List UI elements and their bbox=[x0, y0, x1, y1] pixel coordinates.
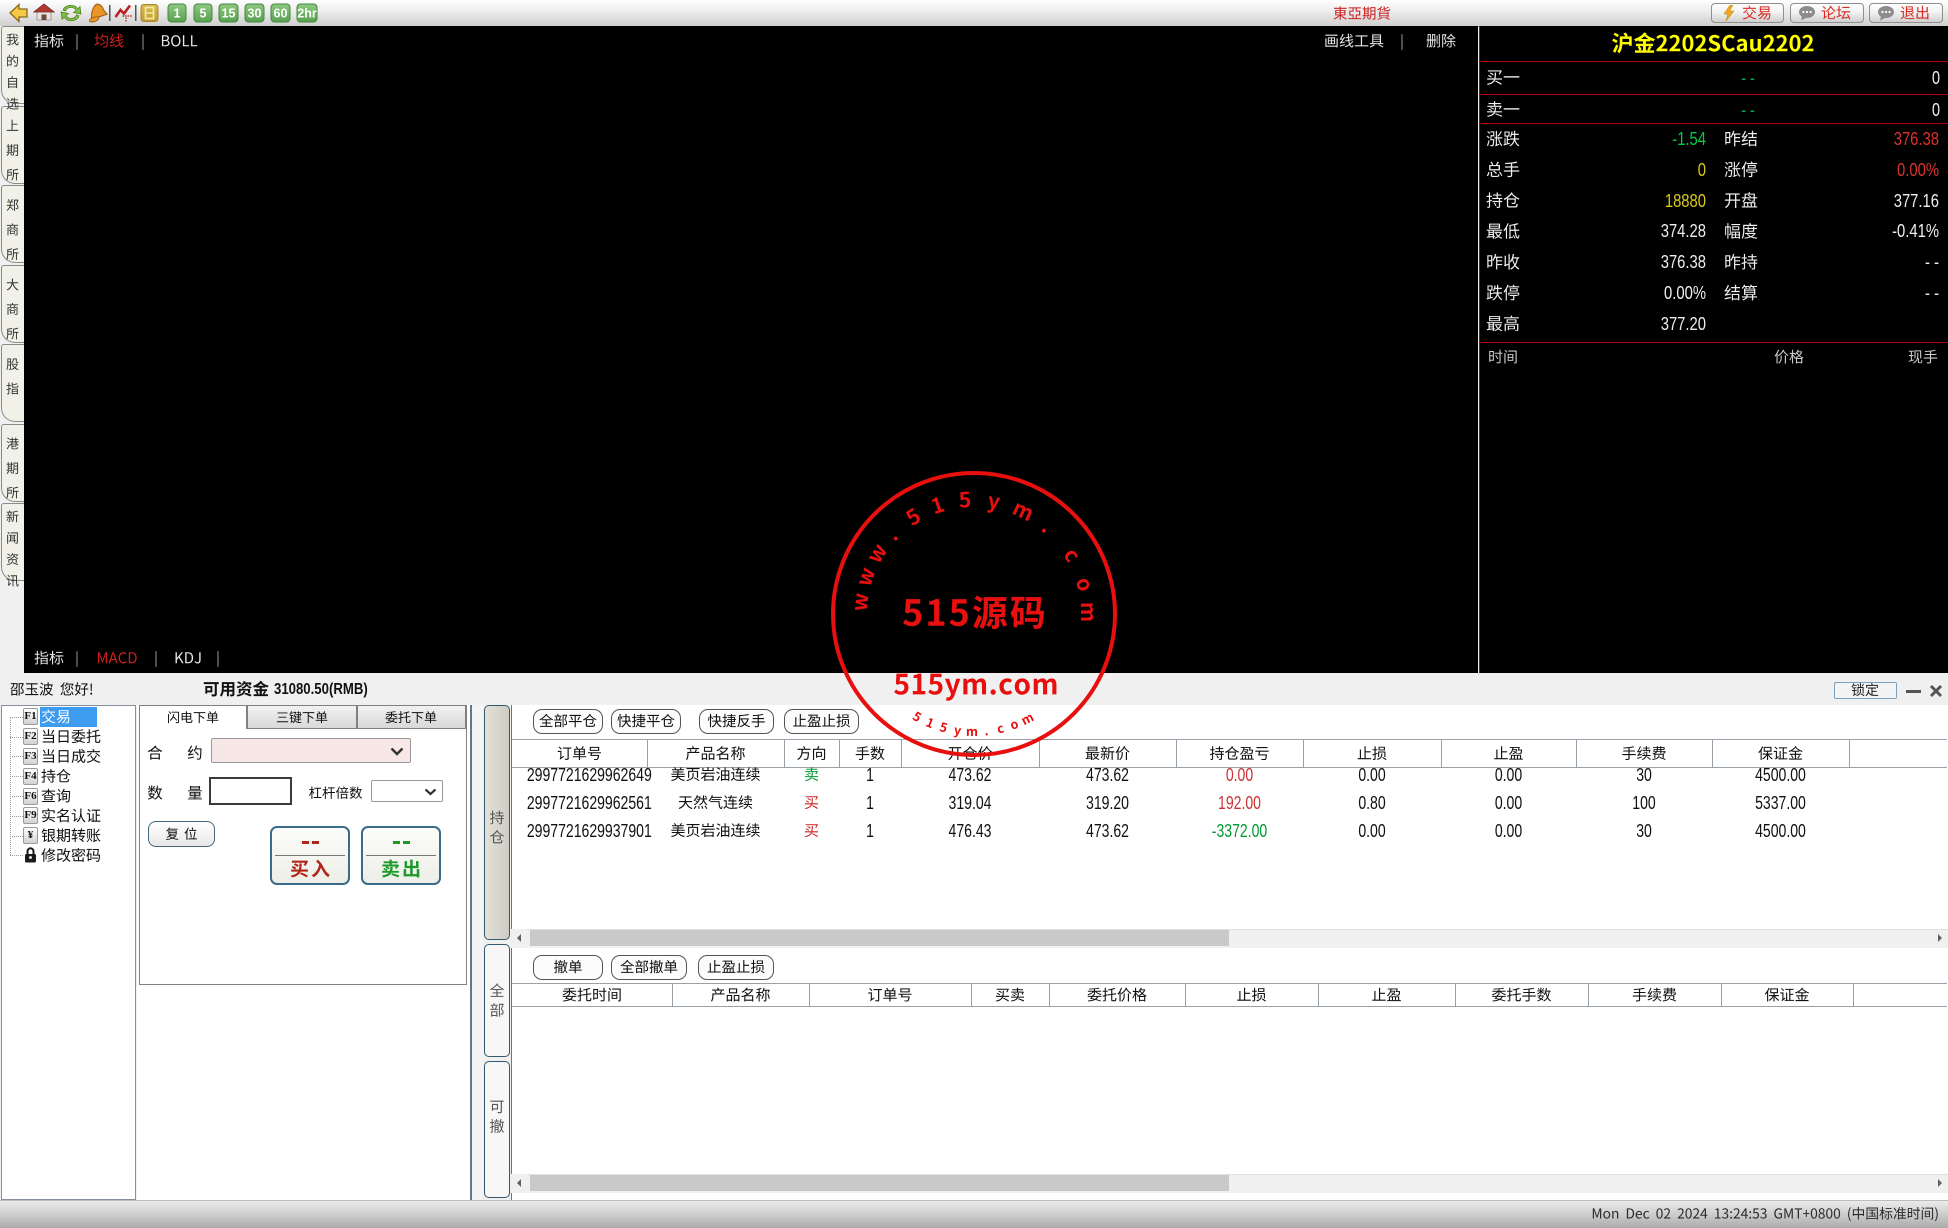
svg-text:2hr: 2hr bbox=[297, 7, 317, 21]
svg-text:5: 5 bbox=[200, 7, 207, 21]
svg-text:30: 30 bbox=[248, 7, 262, 21]
svg-text:60: 60 bbox=[274, 7, 288, 21]
svg-text:15: 15 bbox=[222, 7, 236, 21]
svg-text:1: 1 bbox=[174, 7, 181, 21]
